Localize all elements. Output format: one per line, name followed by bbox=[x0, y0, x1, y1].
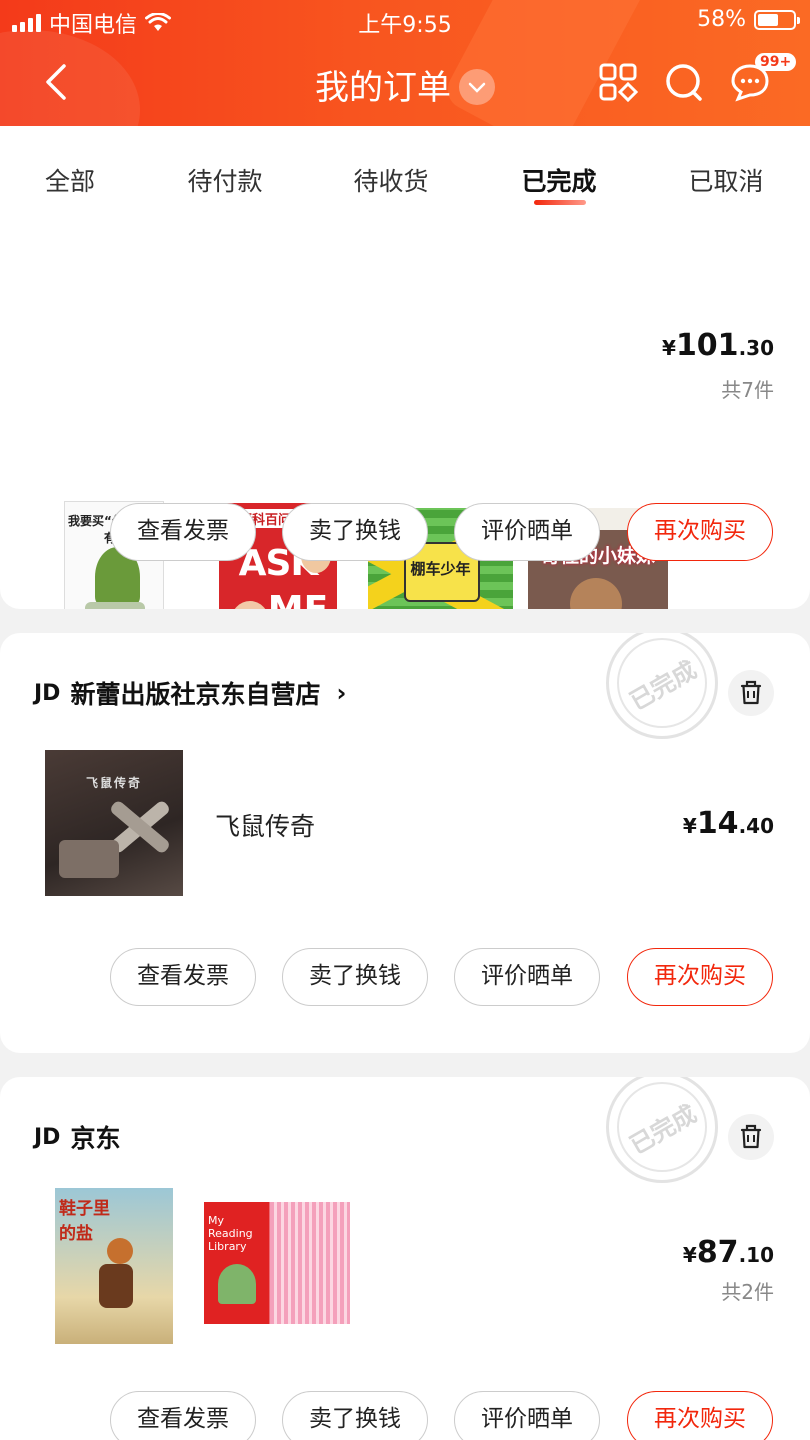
resell-button[interactable]: 卖了换钱 bbox=[282, 503, 428, 561]
delete-order-icon[interactable] bbox=[728, 670, 774, 716]
item-count: 共2件 bbox=[721, 1280, 774, 1304]
page-title: 我的订单 bbox=[315, 68, 451, 108]
order-total-price: ¥14.40 bbox=[682, 806, 774, 841]
item-count: 共7件 bbox=[721, 378, 774, 402]
resell-button[interactable]: 卖了换钱 bbox=[282, 948, 428, 1006]
search-icon[interactable] bbox=[664, 62, 704, 102]
shop-name-link[interactable]: JD 京东 bbox=[34, 1119, 120, 1155]
tab-all[interactable]: 全部 bbox=[45, 162, 95, 198]
clock: 上午9:55 bbox=[358, 13, 452, 38]
completed-stamp: 已完成 bbox=[606, 1077, 718, 1183]
review-button[interactable]: 评价晒单 bbox=[454, 948, 600, 1006]
book-cover-image: 鞋子里的盐 bbox=[55, 1188, 173, 1344]
order-total-price: ¥87.10 bbox=[682, 1235, 774, 1270]
chevron-right-icon: › bbox=[336, 679, 347, 707]
tab-pending-payment[interactable]: 待付款 bbox=[187, 162, 262, 198]
order-tabs: 全部 待付款 待收货 已完成 已取消 bbox=[0, 126, 810, 241]
active-tab-indicator bbox=[534, 200, 586, 205]
buy-again-button[interactable]: 再次购买 bbox=[627, 948, 773, 1006]
review-button[interactable]: 评价晒单 bbox=[454, 503, 600, 561]
chevron-down-icon bbox=[459, 68, 495, 105]
app-header: 中国电信 上午9:55 58% 我的订单 99+ bbox=[0, 0, 810, 126]
jd-logo-icon: JD bbox=[34, 1124, 61, 1150]
order-total-price: ¥101.30 bbox=[662, 328, 774, 363]
battery-icon bbox=[754, 9, 800, 30]
buy-again-button[interactable]: 再次购买 bbox=[627, 503, 773, 561]
book-cover-image: 飞鼠传奇 bbox=[45, 750, 183, 896]
view-invoice-button[interactable]: 查看发票 bbox=[110, 1391, 256, 1440]
message-count-badge: 99+ bbox=[755, 53, 797, 71]
shop-name-link[interactable]: JD 新蕾出版社京东自营店 › bbox=[34, 675, 346, 711]
jd-logo-icon: JD bbox=[34, 680, 61, 706]
review-button[interactable]: 评价晒单 bbox=[454, 1391, 600, 1440]
shop-name: 京东 bbox=[70, 1124, 121, 1153]
resell-button[interactable]: 卖了换钱 bbox=[282, 1391, 428, 1440]
shop-name: 新蕾出版社京东自营店 bbox=[70, 680, 321, 709]
apps-grid-icon[interactable] bbox=[598, 62, 638, 102]
order-card[interactable]: 已完成 JD 京东 鞋子里的盐 My Reading Library ¥87.1… bbox=[0, 1077, 810, 1440]
tab-completed[interactable]: 已完成 bbox=[521, 162, 596, 198]
tab-cancelled[interactable]: 已取消 bbox=[688, 162, 763, 198]
status-bar: 中国电信 上午9:55 58% bbox=[0, 0, 810, 42]
item-title[interactable]: 飞鼠传奇 bbox=[215, 807, 315, 843]
battery-percent: 58% bbox=[697, 7, 746, 32]
view-invoice-button[interactable]: 查看发票 bbox=[110, 948, 256, 1006]
view-invoice-button[interactable]: 查看发票 bbox=[110, 503, 256, 561]
order-card[interactable]: 我要买“什么都没有” 百科百问百答 ASK ME 棚车少年 奇怪的小妹妹 ¥10… bbox=[0, 200, 810, 609]
tab-pending-receipt[interactable]: 待收货 bbox=[353, 162, 428, 198]
book-cover-image: My Reading Library bbox=[204, 1202, 350, 1324]
delete-order-icon[interactable] bbox=[728, 1114, 774, 1160]
order-card[interactable]: 已完成 JD 新蕾出版社京东自营店 › 飞鼠传奇 飞鼠传奇 ¥14.40 查看发… bbox=[0, 633, 810, 1053]
completed-stamp: 已完成 bbox=[606, 633, 718, 739]
buy-again-button[interactable]: 再次购买 bbox=[627, 1391, 773, 1440]
